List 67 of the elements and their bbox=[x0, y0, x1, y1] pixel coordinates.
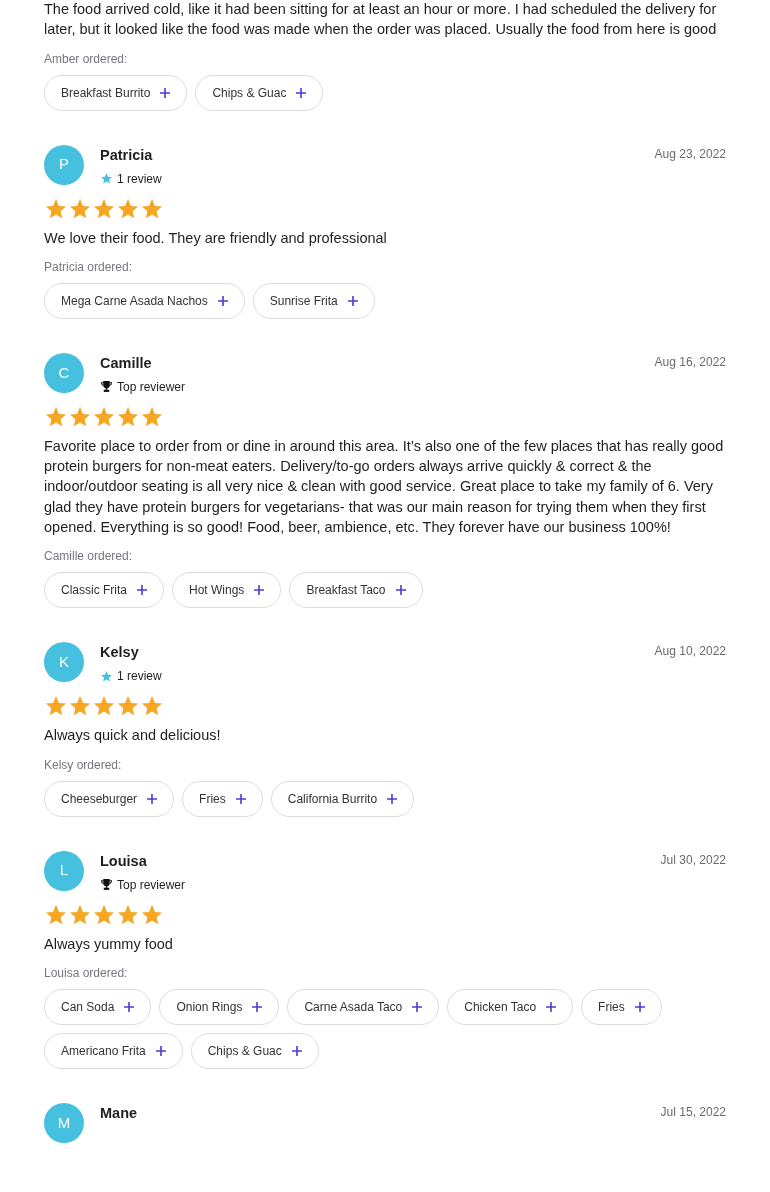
plus-icon bbox=[634, 1001, 645, 1012]
plus-icon bbox=[217, 295, 228, 306]
menu-item-chip[interactable]: Fries bbox=[581, 988, 662, 1025]
menu-item-chip[interactable]: Chips & Guac bbox=[195, 74, 324, 111]
menu-item-chip[interactable]: Americano Frita bbox=[44, 1032, 183, 1069]
avatar: L bbox=[44, 850, 84, 891]
menu-item-chip[interactable]: Sunrise Frita bbox=[252, 282, 375, 319]
reviewer-name: Patricia bbox=[100, 145, 154, 165]
reviewer-name: Louisa bbox=[100, 851, 148, 871]
menu-item-chip[interactable]: Mega Carne Asada Nachos bbox=[44, 282, 245, 319]
avatar: P bbox=[44, 144, 84, 185]
trophy-icon bbox=[100, 878, 113, 892]
review-text: We love their food. They are friendly and professional bbox=[44, 228, 388, 248]
plus-icon bbox=[147, 793, 158, 804]
menu-item-chip[interactable]: Classic Frita bbox=[44, 572, 164, 609]
review-date: Aug 10, 2022 bbox=[654, 643, 726, 661]
star-icon bbox=[100, 669, 113, 683]
reviewer-name: Mane bbox=[100, 1103, 139, 1123]
plus-icon bbox=[296, 87, 307, 98]
star-icon bbox=[100, 172, 113, 186]
menu-item-chip[interactable]: Carne Asada Taco bbox=[287, 988, 440, 1025]
avatar: C bbox=[44, 352, 84, 393]
review-date: Aug 16, 2022 bbox=[654, 353, 726, 371]
menu-item-chip[interactable]: Breakfast Taco bbox=[289, 572, 423, 609]
plus-icon bbox=[291, 1045, 302, 1056]
avatar: K bbox=[44, 642, 84, 683]
plus-icon bbox=[387, 793, 398, 804]
menu-item-chip[interactable]: Breakfast Burrito bbox=[44, 74, 188, 111]
avatar: M bbox=[44, 1102, 84, 1143]
review-text: The food arrived cold, like it had been sitting for at least an hour or more. I had scheduled the delivery for later, but it looked like the food was made when the order was placed. Usually the food from here is good bbox=[44, 0, 718, 40]
plus-icon bbox=[412, 1001, 423, 1012]
reviewer-name: Camille bbox=[100, 353, 153, 373]
plus-icon bbox=[235, 793, 246, 804]
plus-icon bbox=[124, 1001, 135, 1012]
plus-icon bbox=[155, 1045, 166, 1056]
review-date: Jul 30, 2022 bbox=[660, 851, 726, 869]
plus-icon bbox=[546, 1001, 557, 1012]
plus-icon bbox=[137, 585, 147, 596]
ordered-label: Louisa ordered: bbox=[44, 964, 129, 982]
menu-item-chip[interactable]: Cheeseburger bbox=[44, 780, 175, 817]
ordered-label: Amber ordered: bbox=[44, 50, 129, 68]
plus-icon bbox=[254, 585, 265, 596]
plus-icon bbox=[160, 87, 171, 98]
reviewer-label: Top reviewer bbox=[117, 876, 186, 893]
ordered-label: Kelsy ordered: bbox=[44, 756, 123, 774]
reviewer-label: Top reviewer bbox=[117, 378, 186, 395]
ordered-label: Patricia ordered: bbox=[44, 258, 134, 276]
menu-item-chip[interactable]: Chicken Taco bbox=[447, 988, 574, 1025]
menu-item-chip[interactable]: California Burrito bbox=[270, 780, 415, 817]
menu-item-chip[interactable]: Onion Rings bbox=[159, 988, 280, 1025]
plus-icon bbox=[252, 1001, 263, 1012]
review-text: Always yummy food bbox=[44, 934, 174, 954]
review-date: Jul 15, 2022 bbox=[660, 1103, 726, 1121]
reviewer-label: 1 review bbox=[117, 668, 162, 685]
review-date: Aug 23, 2022 bbox=[654, 145, 726, 163]
reviewer-name: Kelsy bbox=[100, 643, 140, 663]
review-text: Favorite place to order from or dine in around this area. It’s also one of the few places that has really good protein burgers for non-meat eaters. Delivery/to-go orders always arrive quickly & correct & the indoor/outdoor seating is all very nice & clean with good service. Great place to take my family of 6. Very glad they have protein burgers for vegetarians- that was our main reason for trying them when they first opened. Everything is so good! Food, beer, ambience, etc. They forever have our business 100%! bbox=[44, 436, 725, 538]
reviewer-label: 1 review bbox=[117, 170, 162, 187]
menu-item-chip[interactable]: Fries bbox=[182, 780, 263, 817]
ordered-label: Camille ordered: bbox=[44, 548, 134, 566]
menu-item-chip[interactable]: Can Soda bbox=[44, 988, 152, 1025]
review-text: Always quick and delicious! bbox=[44, 726, 222, 746]
menu-item-chip[interactable]: Chips & Guac bbox=[190, 1032, 319, 1069]
trophy-icon bbox=[100, 380, 113, 394]
plus-icon bbox=[347, 295, 358, 306]
menu-item-chip[interactable]: Hot Wings bbox=[172, 572, 282, 609]
plus-icon bbox=[395, 585, 406, 596]
